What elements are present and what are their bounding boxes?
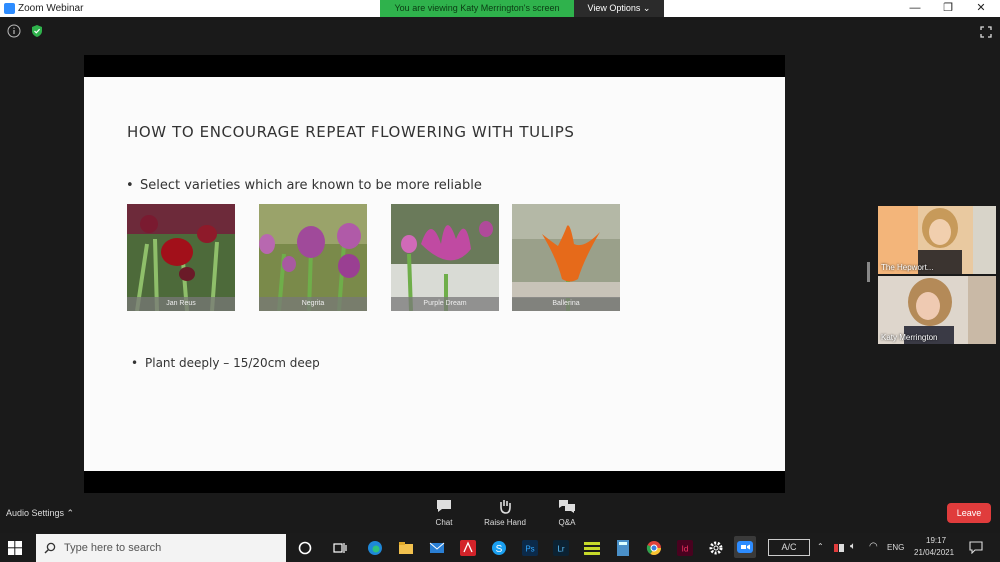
- audio-settings-label: Audio Settings: [6, 508, 65, 518]
- zoom-webinar-window: Zoom Webinar You are viewing Katy Merrin…: [0, 0, 1000, 562]
- acrobat-icon[interactable]: [460, 540, 476, 556]
- view-options-button[interactable]: View Options ⌄: [574, 0, 664, 17]
- tulip-photo-purple: Negrita: [259, 204, 367, 311]
- tray-chevron-up-icon[interactable]: ⌃: [817, 542, 824, 551]
- share-banner: You are viewing Katy Merrington's screen…: [380, 0, 664, 17]
- fullscreen-icon[interactable]: [980, 26, 992, 38]
- info-icon[interactable]: [7, 24, 21, 38]
- photo-caption: Jan Reus: [127, 297, 235, 311]
- file-explorer-icon[interactable]: [398, 540, 414, 556]
- windows-taskbar: Type here to search S Ps Lr Id A/C ⌃ 🔈︎ …: [0, 533, 1000, 562]
- wifi-icon[interactable]: ◠: [869, 541, 878, 552]
- qa-icon: [559, 500, 575, 513]
- bullet-text: Select varieties which are known to be m…: [140, 178, 482, 193]
- raise-hand-button[interactable]: Raise Hand: [475, 498, 535, 527]
- minimize-button[interactable]: —: [900, 1, 930, 16]
- taskbar-search-box[interactable]: Type here to search: [36, 534, 286, 562]
- edge-browser-icon[interactable]: [367, 540, 383, 556]
- slide-title: HOW TO ENCOURAGE REPEAT FLOWERING WITH T…: [127, 123, 575, 141]
- title-bar: Zoom Webinar You are viewing Katy Merrin…: [0, 0, 1000, 17]
- indesign-icon[interactable]: Id: [677, 540, 693, 556]
- svg-text:Id: Id: [682, 545, 689, 554]
- tulip-photo-red: Jan Reus: [127, 204, 235, 311]
- qa-button[interactable]: Q&A: [537, 498, 597, 527]
- clock-date[interactable]: 21/04/2021: [914, 548, 954, 557]
- chat-icon: [437, 500, 451, 512]
- audio-settings-button[interactable]: Audio Settings ⌃: [6, 508, 74, 519]
- chrome-icon[interactable]: [646, 540, 662, 556]
- bullet-symbol: •: [131, 356, 139, 370]
- calculator-icon[interactable]: [615, 540, 631, 556]
- bullet-item-varieties: • Select varieties which are known to be …: [126, 178, 482, 193]
- presentation-slide: HOW TO ENCOURAGE REPEAT FLOWERING WITH T…: [84, 77, 785, 471]
- zoom-app-icon: [4, 3, 15, 14]
- clock-time[interactable]: 19:17: [926, 536, 946, 545]
- participant-name: Katy Merrington: [881, 333, 938, 342]
- participant-name: The Hepwort...: [881, 263, 934, 272]
- lightroom-icon[interactable]: Lr: [553, 540, 569, 556]
- mail-icon[interactable]: [429, 540, 445, 556]
- view-options-label: View Options: [587, 3, 641, 13]
- svg-text:S: S: [496, 544, 503, 555]
- qa-label: Q&A: [558, 518, 576, 527]
- encryption-shield-icon[interactable]: [30, 24, 44, 38]
- settings-gear-icon[interactable]: [708, 540, 724, 556]
- maximize-button[interactable]: ❐: [933, 1, 963, 16]
- chat-button[interactable]: Chat: [414, 498, 474, 527]
- photo-caption: Ballerina: [512, 297, 620, 311]
- bullet-text: Plant deeply – 15/20cm deep: [145, 356, 320, 370]
- window-title: Zoom Webinar: [18, 3, 84, 14]
- svg-text:Ps: Ps: [525, 545, 534, 554]
- svg-text:Lr: Lr: [557, 545, 564, 554]
- chat-label: Chat: [435, 518, 453, 527]
- ac-status[interactable]: A/C: [768, 539, 810, 556]
- speaker-icon[interactable]: 🔈︎: [850, 541, 856, 552]
- photoshop-icon[interactable]: Ps: [522, 540, 538, 556]
- raise-hand-label: Raise Hand: [484, 518, 526, 527]
- search-icon: [44, 542, 56, 554]
- bullet-symbol: •: [126, 178, 134, 193]
- tulip-photo-orange: Ballerina: [512, 204, 620, 311]
- close-button[interactable]: ✕: [966, 1, 996, 16]
- leave-button[interactable]: Leave: [947, 503, 991, 523]
- bullet-item-plant-deeply: • Plant deeply – 15/20cm deep: [131, 356, 320, 370]
- search-placeholder: Type here to search: [64, 542, 162, 554]
- notifications-icon[interactable]: [969, 541, 983, 554]
- spreadsheet-app-icon[interactable]: [584, 540, 600, 556]
- task-view-icon[interactable]: [332, 540, 348, 556]
- tulip-photo-pink: Purple Dream: [391, 204, 499, 311]
- windows-start-icon[interactable]: [8, 541, 22, 555]
- participant-video-tile[interactable]: Katy Merrington: [878, 276, 996, 344]
- participant-video-tile[interactable]: The Hepwort...: [878, 206, 996, 274]
- cortana-icon[interactable]: [297, 540, 313, 556]
- panel-resize-handle[interactable]: [867, 262, 870, 282]
- language-indicator[interactable]: ENG: [887, 543, 904, 552]
- raise-hand-icon: [500, 500, 511, 514]
- skype-icon[interactable]: S: [491, 540, 507, 556]
- viewing-banner: You are viewing Katy Merrington's screen: [380, 0, 574, 17]
- photo-caption: Negrita: [259, 297, 367, 311]
- zoom-taskbar-icon[interactable]: [734, 536, 756, 558]
- photo-caption: Purple Dream: [391, 297, 499, 311]
- network-status-icon[interactable]: [833, 542, 845, 554]
